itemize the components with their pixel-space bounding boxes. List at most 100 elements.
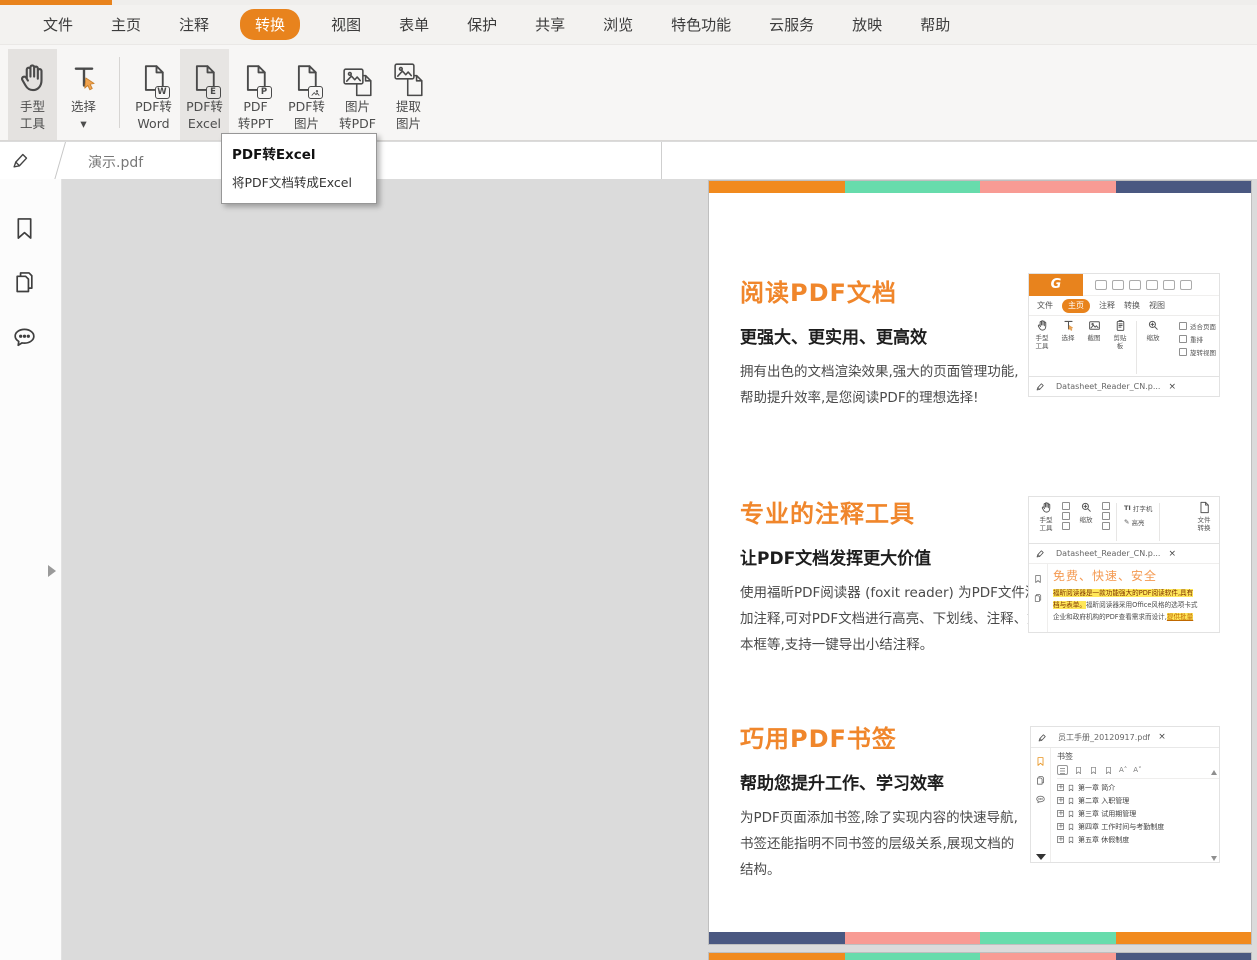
tooltip-pdf-to-excel: PDF转Excel 将PDF文档转成Excel — [221, 133, 377, 204]
screenshot-annotation-ui: 手型工具 缩放 — [1028, 496, 1220, 633]
clipboard-icon — [1114, 319, 1127, 332]
screenshot-reader-ui: G 文件 主页 注释 转换 视图 — [1028, 273, 1220, 397]
pdf-to-ppt-button[interactable]: P PDF转PPT — [231, 49, 280, 140]
mini-foxit-logo: G — [1029, 274, 1083, 296]
pdf-to-word-button[interactable]: W PDF转Word — [129, 49, 178, 140]
section-bookmarks: 巧用PDF书签 帮助您提升工作、学习效率 为PDF页面添加书签,除了实现内容的快… — [740, 719, 1042, 883]
menu-tab-comment[interactable]: 注释 — [179, 14, 209, 35]
scroll-down-icon — [1211, 856, 1217, 861]
select-cursor-icon — [1062, 319, 1075, 332]
menu-tab-browse[interactable]: 浏览 — [603, 14, 633, 35]
bookmark-icon — [1033, 574, 1043, 584]
bookmarks-panel-button[interactable] — [11, 215, 38, 242]
toolbar-separator — [119, 57, 120, 128]
mini-panel-rail — [1031, 748, 1051, 863]
bookmark-list: 第一章 简介 第二章 入职管理 第三章 试用期管理 第四章 工作时间与考勤制度 … — [1057, 779, 1219, 846]
image-to-pdf-icon — [340, 57, 376, 99]
select-tool-button[interactable]: 选择▾ — [59, 49, 108, 140]
pdf-to-image-button[interactable]: PDF转图片 — [282, 49, 331, 140]
pages-icon — [1033, 593, 1043, 603]
scroll-down-icon — [1036, 854, 1046, 860]
menu-tab-help[interactable]: 帮助 — [920, 14, 950, 35]
pdf-to-ppt-label: PDF转PPT — [238, 99, 273, 132]
tooltip-description: 将PDF文档转成Excel — [232, 172, 368, 191]
print-icon — [1129, 280, 1141, 290]
comments-panel-button[interactable] — [11, 324, 38, 351]
mini-hand-tool: 手型工具 — [1033, 501, 1059, 543]
next-bookmark-icon — [1104, 766, 1113, 775]
mini-titlebar: G — [1029, 274, 1219, 296]
pages-panel-button[interactable] — [11, 269, 38, 296]
pdf-to-ppt-icon: P — [241, 57, 271, 99]
image-to-pdf-label: 图片转PDF — [339, 99, 376, 132]
menu-tab-slideshow[interactable]: 放映 — [852, 14, 882, 35]
panel-expand-handle[interactable] — [48, 565, 56, 577]
extract-image-label: 提取图片 — [396, 99, 421, 132]
toolbar: 手型工具 选择▾ W PDF转Word E PDF转Exce — [0, 45, 1257, 141]
bookmark-icon — [1067, 823, 1075, 831]
mini-doc-tab: 员工手册_20120917.pdf × — [1031, 727, 1219, 748]
menu-tab-protect[interactable]: 保护 — [467, 14, 497, 35]
reflow-icon — [1102, 512, 1110, 520]
hand-tool-button[interactable]: 手型工具 — [8, 49, 57, 140]
section-title: 专业的注释工具 — [740, 494, 1042, 529]
image-to-pdf-button[interactable]: 图片转PDF — [333, 49, 382, 140]
mini-panel-rail — [1029, 564, 1048, 633]
menu-tab-home[interactable]: 主页 — [111, 14, 141, 35]
section-body: 为PDF页面添加书签,除了实现内容的快速导航, 书签还能指明不同书签的层级关系,… — [740, 805, 1042, 883]
mini-page-text: 免费、快速、安全 福昕阅读器是一款功能强大的PDF阅读软件,具有 档与表单。福昕… — [1048, 564, 1219, 633]
menu-tab-share[interactable]: 共享 — [535, 14, 565, 35]
bookmark-item: 第四章 工作时间与考勤制度 — [1057, 820, 1219, 833]
mini-menu-bar: 文件 主页 注释 转换 视图 — [1029, 296, 1219, 315]
menu-tab-view[interactable]: 视图 — [331, 14, 361, 35]
menu-tab-file[interactable]: 文件 — [43, 14, 73, 35]
section-body: 拥有出色的文档渲染效果,强大的页面管理功能, 帮助提升效率,是您阅读PDF的理想… — [740, 359, 1042, 411]
expand-plus-icon — [1057, 810, 1064, 817]
mini-menu-file: 文件 — [1037, 300, 1053, 311]
page-top-stripes — [709, 953, 1251, 960]
document-tab-title: 演示.pdf — [88, 155, 143, 171]
pages-icon — [1035, 775, 1046, 786]
mini-menu-convert: 转换 — [1124, 300, 1140, 311]
expand-plus-icon — [1057, 797, 1064, 804]
edit-pencil-icon[interactable] — [10, 149, 32, 171]
bookmark-icon — [1067, 797, 1075, 805]
mini-zoom-tool: 缩放 — [1073, 501, 1099, 543]
undo-icon — [1180, 280, 1192, 290]
mini-scrollbar — [1209, 768, 1218, 863]
save-icon — [1112, 280, 1124, 290]
mini-bookmark-panel: 书签 A˄ A˅ 第一章 简介 第二章 入职管理 第三章 试用 — [1031, 748, 1219, 863]
document-area[interactable]: 阅读PDF文档 更强大、更实用、更高效 拥有出色的文档渲染效果,强大的页面管理功… — [63, 179, 1257, 960]
left-panel-bar — [0, 179, 62, 960]
bookmark-icon — [1067, 810, 1075, 818]
zoom-icon — [1147, 319, 1160, 332]
app-window: 文件 主页 注释 转换 视图 表单 保护 共享 浏览 特色功能 云服务 放映 帮… — [0, 0, 1257, 960]
menu-tab-features[interactable]: 特色功能 — [671, 14, 731, 35]
mail-icon — [1146, 280, 1158, 290]
pdf-to-image-label: PDF转图片 — [288, 99, 325, 132]
menu-tab-form[interactable]: 表单 — [399, 14, 429, 35]
screenshot-bookmarks-ui: 员工手册_20120917.pdf × 书签 — [1030, 726, 1220, 863]
mini-annot-tools: TI打字机 ✎高亮 — [1124, 503, 1152, 543]
mini-separator — [1116, 503, 1117, 541]
hand-icon — [16, 57, 50, 99]
pdf-to-excel-label: PDF转Excel — [186, 99, 223, 132]
mini-doc-content: 免费、快速、安全 福昕阅读器是一款功能强大的PDF阅读软件,具有 档与表单。福昕… — [1029, 563, 1219, 633]
bookmark-item: 第二章 入职管理 — [1057, 794, 1219, 807]
collapse-text-icon: A˅ — [1133, 766, 1141, 774]
menu-tab-convert[interactable]: 转换 — [240, 9, 300, 40]
pdf-to-excel-button[interactable]: E PDF转Excel — [180, 49, 229, 140]
mini-select-tool: 选择 — [1055, 319, 1081, 376]
mini-separator — [1159, 503, 1160, 541]
mini-doc-tab: Datasheet_Reader_CN.p... × — [1029, 543, 1219, 563]
select-icon — [1062, 502, 1070, 510]
scroll-up-icon — [1211, 770, 1217, 775]
menu-tab-cloud[interactable]: 云服务 — [769, 14, 814, 35]
extract-image-button[interactable]: 提取图片 — [384, 49, 433, 140]
snapshot-icon — [1088, 319, 1101, 332]
newdoc-icon — [1163, 280, 1175, 290]
rotate-view-icon — [1179, 348, 1187, 356]
bookmark-item: 第五章 休假制度 — [1057, 833, 1219, 846]
close-icon: × — [1168, 549, 1176, 559]
edit-pencil-icon — [1035, 548, 1046, 559]
